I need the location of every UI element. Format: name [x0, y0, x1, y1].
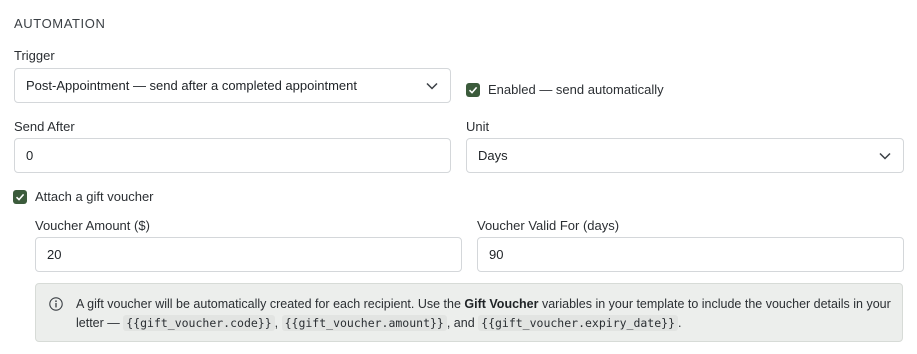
info-text-part: . [678, 316, 682, 330]
info-text: A gift voucher will be automatically cre… [76, 295, 891, 333]
voucher-amount-input[interactable]: 20 [35, 237, 462, 272]
voucher-amount-value: 20 [47, 247, 62, 262]
send-after-label: Send After [14, 119, 75, 134]
gift-voucher-label: Attach a gift voucher [35, 189, 154, 204]
gift-voucher-checkbox[interactable] [13, 189, 27, 204]
unit-select-value: Days [478, 148, 508, 163]
trigger-select-value: Post-Appointment — send after a complete… [26, 78, 357, 93]
voucher-amount-label: Voucher Amount ($) [35, 218, 150, 233]
send-after-value: 0 [26, 148, 34, 163]
voucher-valid-label: Voucher Valid For (days) [477, 218, 620, 233]
chevron-down-icon [426, 82, 438, 90]
send-after-input[interactable]: 0 [14, 138, 451, 173]
info-bold-gift-voucher: Gift Voucher [464, 297, 539, 311]
chevron-down-icon [879, 152, 891, 160]
voucher-valid-value: 90 [489, 247, 504, 262]
variable-gift-voucher-expiry: {{gift_voucher.expiry_date}} [478, 315, 679, 331]
check-icon [468, 86, 478, 94]
trigger-label: Trigger [14, 48, 55, 63]
unit-select[interactable]: Days [466, 138, 904, 173]
gift-voucher-info-box: A gift voucher will be automatically cre… [35, 283, 903, 342]
variable-gift-voucher-code: {{gift_voucher.code}} [123, 315, 275, 331]
check-icon [15, 193, 25, 201]
enabled-toggle[interactable]: Enabled — send automatically [466, 82, 664, 97]
info-text-part: , [274, 316, 282, 330]
variable-gift-voucher-amount: {{gift_voucher.amount}} [281, 315, 447, 331]
voucher-valid-input[interactable]: 90 [477, 237, 904, 272]
enabled-checkbox[interactable] [466, 82, 480, 97]
unit-label: Unit [466, 119, 490, 134]
info-text-part: A gift voucher will be automatically cre… [76, 297, 465, 311]
trigger-select[interactable]: Post-Appointment — send after a complete… [14, 68, 451, 103]
enabled-label: Enabled — send automatically [488, 82, 664, 97]
info-text-part: , and [446, 316, 479, 330]
info-icon [49, 297, 63, 311]
gift-voucher-toggle[interactable]: Attach a gift voucher [13, 189, 154, 204]
section-title: AUTOMATION [14, 16, 106, 31]
